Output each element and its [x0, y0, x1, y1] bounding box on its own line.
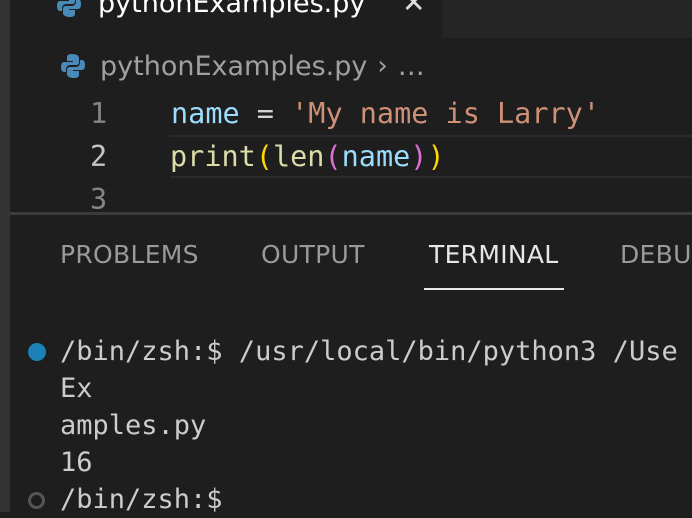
chevron-right-icon: › [377, 51, 388, 81]
terminal-line: 16 [0, 444, 692, 481]
breadcrumb-more[interactable]: … [398, 51, 425, 82]
breadcrumb-file[interactable]: pythonExamples.py [100, 51, 367, 82]
terminal-line: /bin/zsh:$ [0, 481, 692, 518]
panel-tabs: PROBLEMS OUTPUT TERMINAL DEBU [10, 240, 692, 292]
terminal-text: /bin/zsh:$ [60, 484, 223, 515]
panel-divider[interactable] [10, 212, 692, 215]
token-paren: ) [427, 140, 445, 173]
terminal-text: amples.py [60, 410, 207, 441]
command-success-dot-icon[interactable] [28, 343, 46, 361]
breadcrumb: pythonExamples.py › … [60, 48, 425, 84]
token-function: print [170, 140, 256, 173]
token-paren: ( [324, 140, 342, 173]
tab-debug-console[interactable]: DEBU [620, 240, 692, 269]
terminal[interactable]: /bin/zsh:$ /usr/local/bin/python3 /Use E… [0, 333, 692, 518]
terminal-text: 16 [60, 447, 93, 478]
token-string: 'My name is Larry' [291, 97, 600, 130]
python-file-icon [57, 0, 81, 17]
terminal-line: Ex [0, 370, 692, 407]
line-number: 2 [90, 140, 108, 173]
tab-problems[interactable]: PROBLEMS [60, 240, 199, 269]
code-line-2: 2 print(len(name)) [90, 135, 692, 178]
terminal-text: /bin/zsh:$ /usr/local/bin/python3 /Use [60, 336, 678, 367]
token-variable: name [171, 97, 240, 130]
terminal-line: /bin/zsh:$ /usr/local/bin/python3 /Use [0, 333, 692, 370]
close-tab-icon[interactable]: ✕ [402, 0, 425, 19]
token-variable: name [341, 140, 411, 173]
line-number: 1 [90, 97, 108, 130]
python-file-icon [61, 54, 85, 78]
token-function: len [272, 140, 325, 173]
code-editor[interactable]: 1 name = 'My name is Larry' 2 print(len(… [10, 92, 692, 221]
command-pending-dot-icon[interactable] [28, 492, 45, 509]
token-paren: ) [410, 140, 428, 173]
tab-output[interactable]: OUTPUT [261, 240, 365, 269]
tab-filename: pythonExamples.py [98, 0, 366, 19]
token-operator: = [239, 97, 292, 130]
tab-terminal[interactable]: TERMINAL [424, 240, 564, 290]
token-paren: ( [255, 140, 273, 173]
terminal-text: Ex [60, 373, 93, 404]
editor-tab-pythonexamples[interactable]: pythonExamples.py ✕ [10, 0, 442, 38]
terminal-line: amples.py [0, 407, 692, 444]
code-line-1: 1 name = 'My name is Larry' [10, 92, 692, 135]
